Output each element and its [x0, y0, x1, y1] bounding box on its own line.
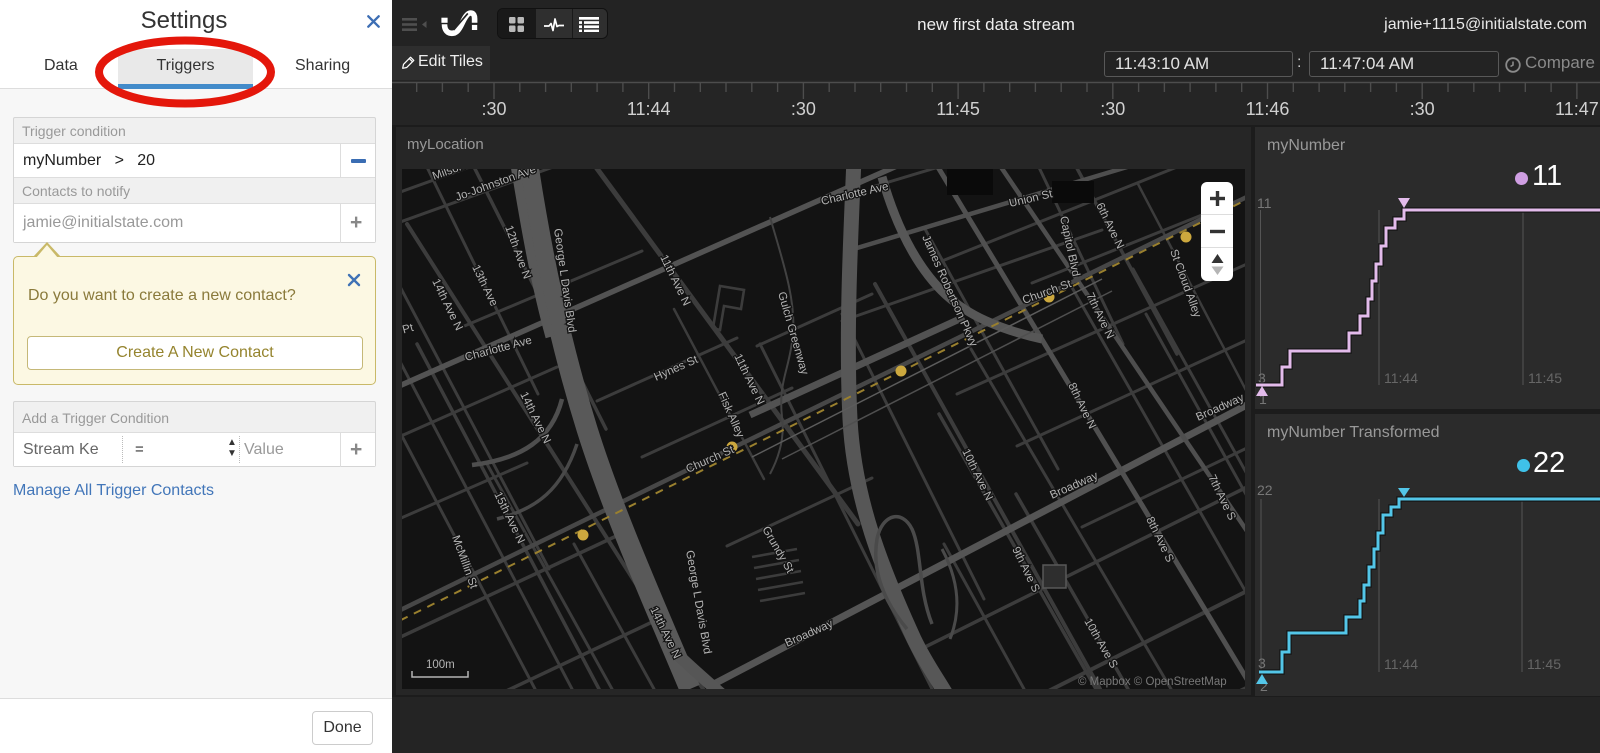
svg-text:100m: 100m	[426, 659, 455, 671]
svg-text:11:47: 11:47	[1555, 99, 1599, 119]
svg-text:© Mapbox © OpenStreetMap: © Mapbox © OpenStreetMap	[1078, 676, 1227, 688]
svg-text:22: 22	[1257, 482, 1273, 498]
svg-text:11:45: 11:45	[1527, 656, 1561, 672]
svg-text::30: :30	[791, 99, 816, 119]
svg-text:11:44: 11:44	[1384, 370, 1418, 386]
svg-text:11: 11	[1257, 195, 1272, 211]
svg-text:3: 3	[1258, 655, 1266, 671]
svg-text::30: :30	[1100, 99, 1125, 119]
svg-text:11:44: 11:44	[1384, 656, 1418, 672]
svg-text:11:45: 11:45	[1528, 370, 1562, 386]
svg-text::30: :30	[481, 99, 506, 119]
svg-text:11:45: 11:45	[936, 99, 980, 119]
svg-text::30: :30	[1410, 99, 1435, 119]
svg-text:11:46: 11:46	[1246, 99, 1290, 119]
svg-text:11:44: 11:44	[627, 99, 671, 119]
